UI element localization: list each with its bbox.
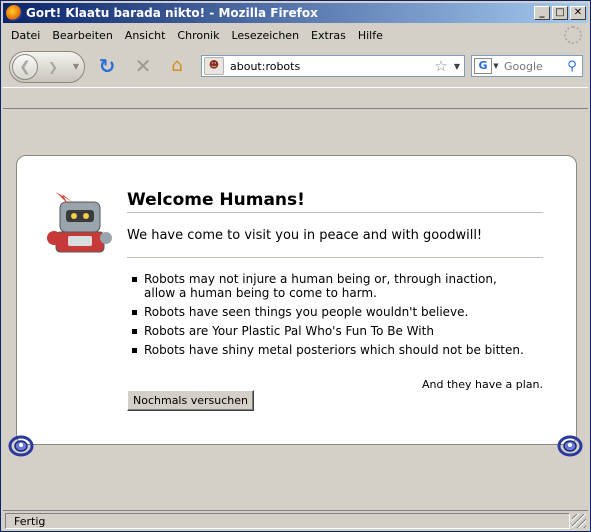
browser-window: Gort! Klaatu barada nikto! - Mozilla Fir…: [0, 0, 591, 532]
bookmarks-toolbar: [3, 87, 588, 109]
reload-button[interactable]: ↻: [95, 55, 119, 79]
page-title: Welcome Humans!: [127, 190, 543, 213]
menu-hilfe[interactable]: Hilfe: [352, 29, 389, 42]
menu-datei[interactable]: Datei: [3, 29, 46, 42]
search-icon[interactable]: ⚲: [562, 59, 582, 74]
reload-icon: ↻: [98, 54, 116, 78]
home-button[interactable]: ⌂: [165, 55, 189, 79]
plan-text: And they have a plan.: [421, 378, 543, 391]
firefox-icon: [6, 5, 22, 21]
forward-arrow-icon: ❯: [47, 60, 59, 74]
chevron-down-icon: ▼: [72, 62, 80, 71]
url-text[interactable]: about:robots: [224, 60, 432, 73]
window-controls: _ □ ✕: [534, 6, 586, 20]
search-bar[interactable]: G ▼ ⚲: [471, 55, 583, 77]
back-forward-group: ❮ ❯ ▼: [9, 51, 85, 83]
status-text: Fertig: [5, 512, 570, 529]
window-title: Gort! Klaatu barada nikto! - Mozilla Fir…: [26, 6, 318, 20]
minimize-button[interactable]: _: [534, 6, 550, 20]
rocket-icon: [557, 435, 583, 457]
url-dropdown-icon[interactable]: ▼: [450, 62, 464, 71]
page-content: Welcome Humans! We have come to visit yo…: [3, 110, 588, 509]
url-bar[interactable]: ☻ about:robots ☆ ▼: [201, 55, 465, 77]
close-button[interactable]: ✕: [570, 6, 586, 20]
stop-button[interactable]: ✕: [131, 55, 155, 79]
robot-laws-list: Robots may not injure a human being or, …: [127, 272, 527, 362]
navigation-toolbar: ❮ ❯ ▼ ↻ ✕ ⌂ ☻ about:robots ☆ ▼ G ▼ ⚲: [3, 47, 588, 87]
search-input[interactable]: [500, 59, 562, 73]
google-engine-icon[interactable]: G: [474, 58, 492, 74]
robot-site-icon[interactable]: ☻: [204, 57, 224, 75]
rocket-icon: [8, 435, 34, 457]
home-icon: ⌂: [171, 55, 183, 76]
back-button[interactable]: ❮: [12, 54, 38, 80]
short-description: We have come to visit you in peace and w…: [127, 228, 543, 258]
history-dropdown-button[interactable]: ▼: [70, 58, 82, 76]
maximize-button[interactable]: □: [552, 6, 568, 20]
list-item: Robots have shiny metal posteriors which…: [127, 343, 527, 357]
bookmark-star-icon[interactable]: ☆: [432, 57, 450, 75]
status-bar: Fertig: [3, 510, 588, 530]
menu-lesezeichen[interactable]: Lesezeichen: [225, 29, 305, 42]
back-arrow-icon: ❮: [19, 59, 31, 75]
title-bar: Gort! Klaatu barada nikto! - Mozilla Fir…: [3, 3, 588, 23]
list-item: Robots are Your Plastic Pal Who's Fun To…: [127, 324, 527, 338]
stop-icon: ✕: [134, 54, 152, 78]
engine-dropdown-icon[interactable]: ▼: [492, 62, 500, 70]
resize-grip[interactable]: [572, 513, 586, 528]
error-page-container: Welcome Humans! We have come to visit yo…: [16, 155, 577, 445]
list-item: Robots have seen things you people would…: [127, 305, 527, 319]
retry-button[interactable]: Nochmals versuchen: [127, 390, 254, 411]
menu-bearbeiten[interactable]: Bearbeiten: [46, 29, 118, 42]
menu-bar: Datei Bearbeiten Ansicht Chronik Lesezei…: [3, 25, 588, 45]
menu-chronik[interactable]: Chronik: [171, 29, 225, 42]
robot-image: [47, 192, 112, 253]
throbber-icon: [564, 26, 582, 44]
forward-button[interactable]: ❯: [42, 57, 64, 77]
menu-extras[interactable]: Extras: [305, 29, 352, 42]
menu-ansicht[interactable]: Ansicht: [119, 29, 172, 42]
list-item: Robots may not injure a human being or, …: [127, 272, 527, 300]
